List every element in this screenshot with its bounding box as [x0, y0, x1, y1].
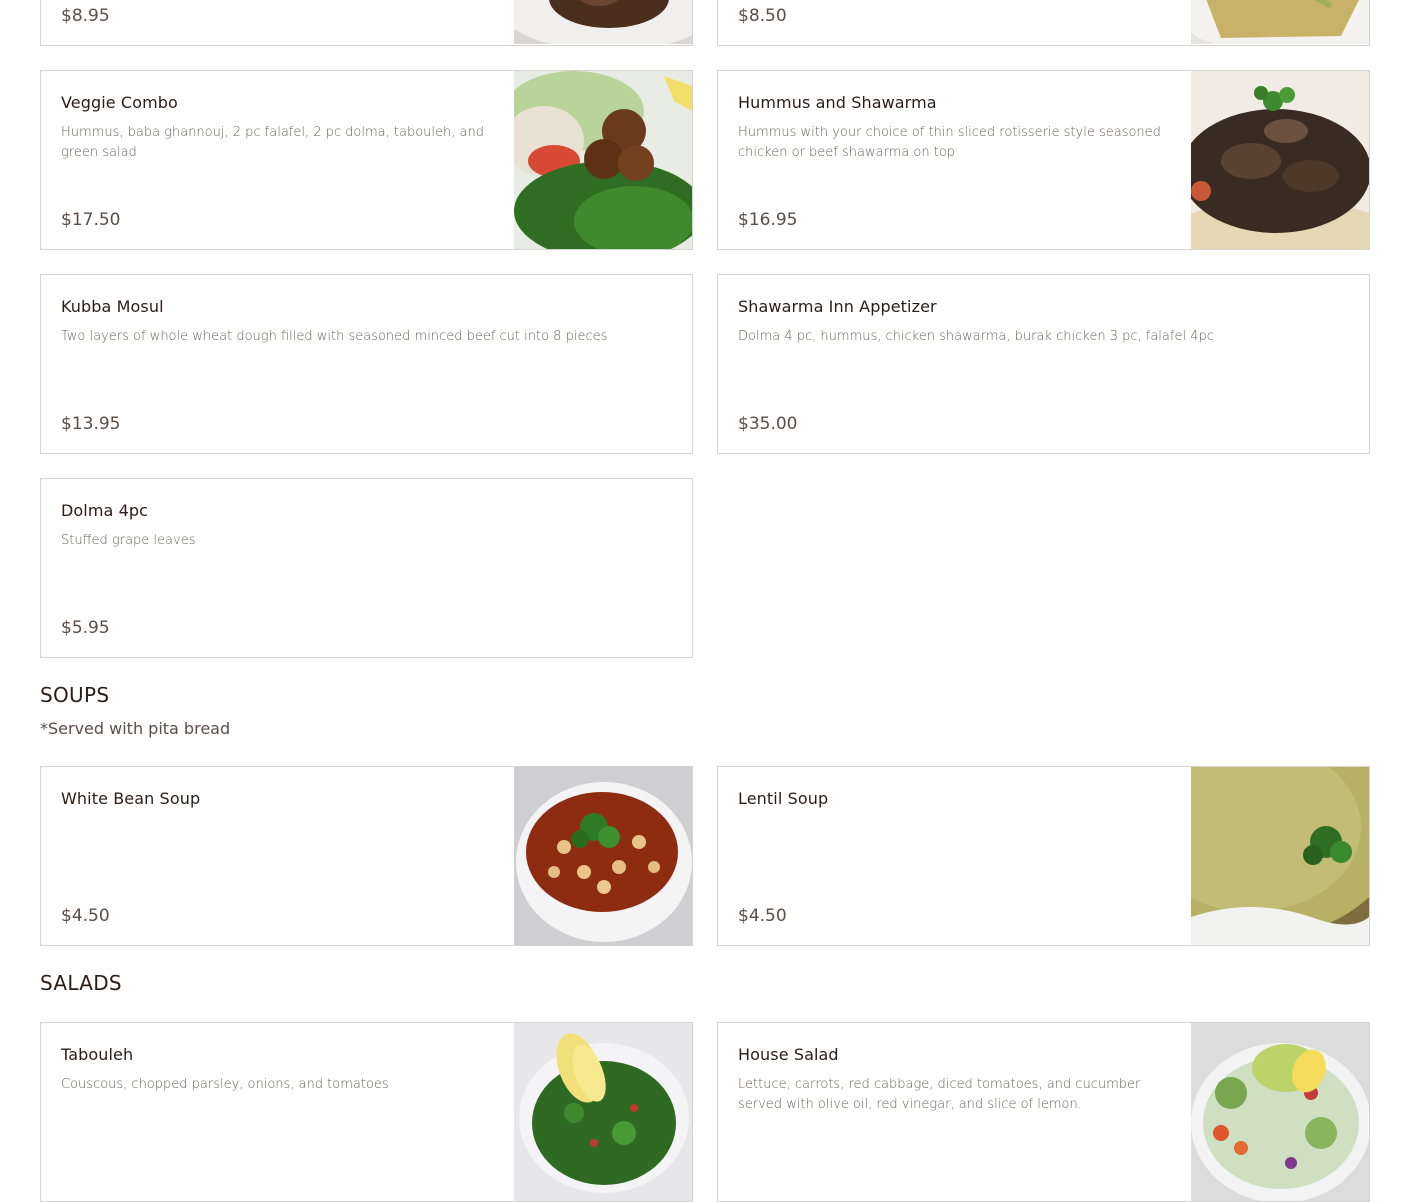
item-price: $13.95: [61, 414, 121, 434]
item-description: Couscous, chopped parsley, onions, and t…: [61, 1077, 389, 1092]
item-name: White Bean Soup: [61, 789, 201, 808]
menu-item-card[interactable]: Shawarma Inn Appetizer Dolma 4 pc, hummu…: [717, 274, 1370, 454]
menu-item-card[interactable]: $8.95: [40, 0, 693, 46]
item-name: House Salad: [738, 1045, 839, 1064]
item-price: $16.95: [738, 210, 798, 230]
item-description: Hummus with your choice of thin sliced r…: [738, 125, 1161, 160]
dish-photo: [514, 0, 692, 44]
dish-photo: [1191, 0, 1369, 44]
item-description: Stuffed grape leaves: [61, 533, 196, 548]
item-name: Veggie Combo: [61, 93, 178, 112]
item-name: Shawarma Inn Appetizer: [738, 297, 937, 316]
bean-soup-photo: [514, 767, 692, 945]
item-price: $17.50: [61, 210, 121, 230]
item-price: $8.50: [738, 6, 787, 26]
item-name: Lentil Soup: [738, 789, 829, 808]
item-description: Lettuce, carrots, red cabbage, diced tom…: [738, 1077, 1141, 1112]
menu-item-card[interactable]: White Bean Soup $4.50: [40, 766, 693, 946]
item-name: Tabouleh: [61, 1045, 134, 1064]
falafel-plate-photo: [514, 71, 692, 249]
menu-item-card[interactable]: House Salad Lettuce, carrots, red cabbag…: [717, 1022, 1370, 1202]
item-description: Hummus, baba ghannouj, 2 pc falafel, 2 p…: [61, 125, 484, 160]
menu-item-card[interactable]: Dolma 4pc Stuffed grape leaves $5.95: [40, 478, 693, 658]
menu-item-card[interactable]: Hummus and Shawarma Hummus with your cho…: [717, 70, 1370, 250]
item-price: $4.50: [738, 906, 787, 926]
item-description: Two layers of whole wheat dough filled w…: [61, 329, 608, 344]
item-name: Hummus and Shawarma: [738, 93, 937, 112]
section-title-soups: SOUPS: [40, 683, 110, 707]
menu-item-card[interactable]: Kubba Mosul Two layers of whole wheat do…: [40, 274, 693, 454]
item-name: Kubba Mosul: [61, 297, 164, 316]
tabouleh-photo: [514, 1023, 692, 1201]
hummus-shawarma-photo: [1191, 71, 1369, 249]
menu-item-card[interactable]: Lentil Soup $4.50: [717, 766, 1370, 946]
item-name: Dolma 4pc: [61, 501, 149, 520]
item-price: $35.00: [738, 414, 798, 434]
house-salad-photo: [1191, 1023, 1369, 1201]
item-price: $8.95: [61, 6, 110, 26]
lentil-soup-photo: [1191, 767, 1369, 945]
menu-item-card[interactable]: Veggie Combo Hummus, baba ghannouj, 2 pc…: [40, 70, 693, 250]
item-description: Dolma 4 pc, hummus, chicken shawarma, bu…: [738, 329, 1214, 344]
menu-item-card[interactable]: Tabouleh Couscous, chopped parsley, onio…: [40, 1022, 693, 1202]
item-price: $4.50: [61, 906, 110, 926]
item-price: $5.95: [61, 618, 110, 638]
section-title-salads: SALADS: [40, 971, 122, 995]
menu-item-card[interactable]: $8.50: [717, 0, 1370, 46]
section-note: *Served with pita bread: [40, 719, 231, 738]
